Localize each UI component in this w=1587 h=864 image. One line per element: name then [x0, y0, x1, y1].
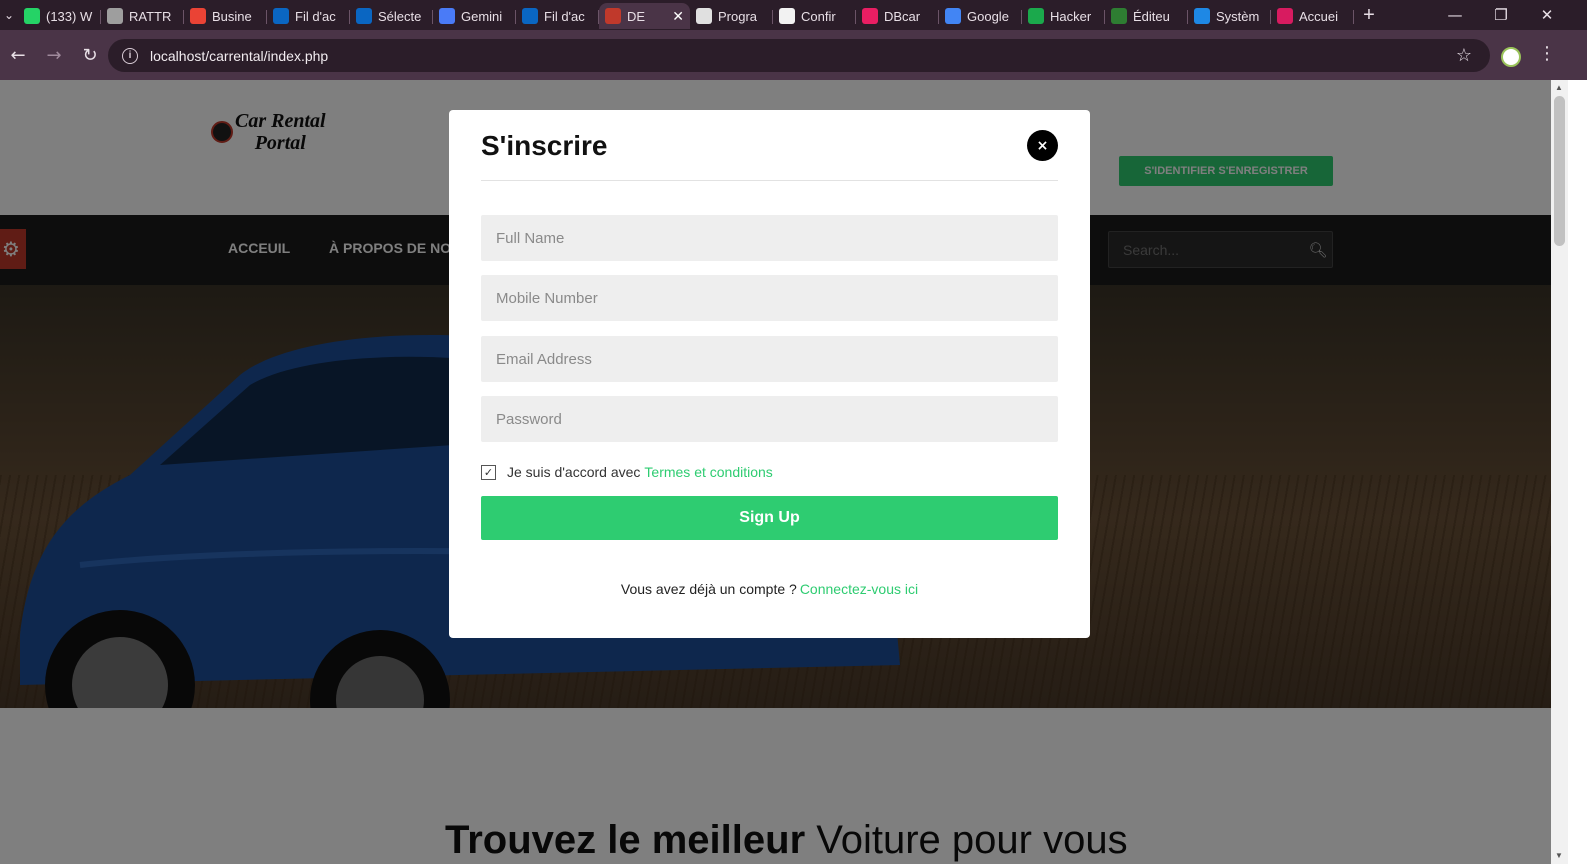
browser-tab[interactable]: Hacker: [1022, 3, 1105, 29]
back-arrow-icon[interactable]: ←: [0, 37, 36, 73]
address-bar[interactable]: i localhost/carrental/index.php ☆: [108, 39, 1490, 72]
login-prompt-text: Vous avez déjà un compte ?: [620, 581, 797, 597]
browser-menu-icon[interactable]: ⋮: [1538, 43, 1556, 64]
password-input[interactable]: [481, 396, 1058, 442]
google-translate-icon: [945, 8, 961, 24]
browser-tabstrip: ⌄ (133) W RATTR Busine Fil d'ac Sélecte Gemin…: [0, 0, 1587, 30]
mobile-number-input[interactable]: [481, 275, 1058, 321]
tab-title: Google: [967, 8, 1009, 24]
tab-title: RATTR: [129, 8, 172, 24]
tab-title: Progra: [718, 8, 758, 24]
tab-title: Gemini: [461, 8, 503, 24]
tab-title: DBcar: [884, 8, 921, 24]
login-link[interactable]: Connectez-vous ici: [800, 581, 918, 597]
page-scrollbar[interactable]: ▲ ▼: [1551, 80, 1568, 864]
terms-link[interactable]: Termes et conditions: [644, 464, 772, 480]
linkedin-icon: [356, 8, 372, 24]
browser-tab[interactable]: Gemini: [433, 3, 516, 29]
restore-icon[interactable]: ❐: [1478, 0, 1524, 30]
globe-icon: [107, 8, 123, 24]
document-icon: [696, 8, 712, 24]
browser-tab[interactable]: Fil d'ac: [516, 3, 599, 29]
page-viewport: Car Rental Portal S'IDENTIFIER S'ENREGIS…: [0, 80, 1551, 864]
full-name-input[interactable]: [481, 215, 1058, 261]
close-icon[interactable]: ×: [1027, 130, 1058, 161]
modal-title: S'inscrire: [481, 130, 608, 161]
terms-checkbox[interactable]: ✓: [481, 464, 496, 480]
scroll-down-arrow-icon[interactable]: ▼: [1555, 851, 1563, 860]
gmail-icon: [190, 8, 206, 24]
tab-title: Confir: [801, 8, 836, 24]
site-info-icon[interactable]: i: [122, 47, 138, 64]
browser-tab[interactable]: Systèm: [1188, 3, 1271, 29]
browser-tab[interactable]: Progra: [690, 3, 773, 29]
tab-title: DE: [627, 8, 646, 24]
tab-title: Éditeu: [1133, 8, 1170, 24]
tab-title: Systèm: [1216, 8, 1260, 24]
reload-icon[interactable]: ↻: [72, 37, 108, 73]
tab-list: (133) W RATTR Busine Fil d'ac Sélecte Gemini F…: [18, 1, 1354, 29]
hackerrank-icon: [1028, 8, 1044, 24]
linkedin-icon: [273, 8, 289, 24]
browser-tab[interactable]: Accuei: [1271, 3, 1354, 29]
terms-text: Je suis d'accord avec: [507, 464, 641, 480]
new-tab-button[interactable]: +: [1354, 4, 1384, 27]
browser-tab[interactable]: Busine: [184, 3, 267, 29]
system-icon: [1194, 8, 1210, 24]
browser-tab[interactable]: Sélecte: [350, 3, 433, 29]
tab-title: (133) W: [46, 8, 93, 24]
browser-tab[interactable]: DBcar: [856, 3, 939, 29]
browser-tab[interactable]: Confir: [773, 3, 856, 29]
dbcar-icon: [862, 8, 878, 24]
window-close-icon[interactable]: ✕: [1524, 0, 1570, 30]
tab-title: Fil d'ac: [544, 8, 585, 24]
browser-tab[interactable]: Google: [939, 3, 1022, 29]
forward-arrow-icon[interactable]: →: [36, 37, 72, 73]
tab-title: Sélecte: [378, 8, 422, 24]
car-rental-icon: [605, 8, 621, 24]
browser-tab[interactable]: DE ✕: [599, 3, 690, 29]
browser-tab[interactable]: Éditeu: [1105, 3, 1188, 29]
url-text[interactable]: localhost/carrental/index.php: [150, 48, 328, 64]
scroll-up-arrow-icon[interactable]: ▲: [1555, 83, 1563, 92]
login-prompt-row: Vous avez déjà un compte ? Connectez-vous…: [449, 581, 1090, 597]
window-edge: [1568, 80, 1587, 864]
accueil-icon: [1277, 8, 1293, 24]
browser-tab[interactable]: (133) W: [18, 3, 101, 29]
browser-toolbar: ← → ↻ i localhost/carrental/index.php ☆: [0, 30, 1587, 80]
terms-row: ✓ Je suis d'accord avec Termes et condit…: [481, 464, 773, 480]
email-address-input[interactable]: [481, 336, 1058, 382]
browser-tab[interactable]: RATTR: [101, 3, 184, 29]
tab-title: Busine: [212, 8, 252, 24]
modal-divider: [481, 180, 1058, 181]
tab-title: Accuei: [1299, 8, 1339, 24]
minimize-icon[interactable]: —: [1432, 0, 1478, 30]
whatsapp-icon: [24, 8, 40, 24]
editor-icon: [1111, 8, 1127, 24]
signup-modal: S'inscrire × ✓ Je suis d'accord avec Ter…: [449, 110, 1090, 638]
tab-title: Fil d'ac: [295, 8, 336, 24]
scrollbar-thumb[interactable]: [1554, 96, 1565, 246]
linkedin-icon: [522, 8, 538, 24]
c-icon: [779, 8, 795, 24]
tab-search-chevron-icon[interactable]: ⌄: [0, 0, 18, 30]
tab-title: Hacker: [1050, 8, 1092, 24]
signup-button[interactable]: Sign Up: [481, 496, 1058, 540]
bookmark-star-icon[interactable]: ☆: [1456, 45, 1472, 66]
browser-tab[interactable]: Fil d'ac: [267, 3, 350, 29]
gemini-icon: [439, 8, 455, 24]
profile-avatar[interactable]: [1501, 47, 1521, 67]
tab-close-icon[interactable]: ✕: [672, 8, 684, 25]
